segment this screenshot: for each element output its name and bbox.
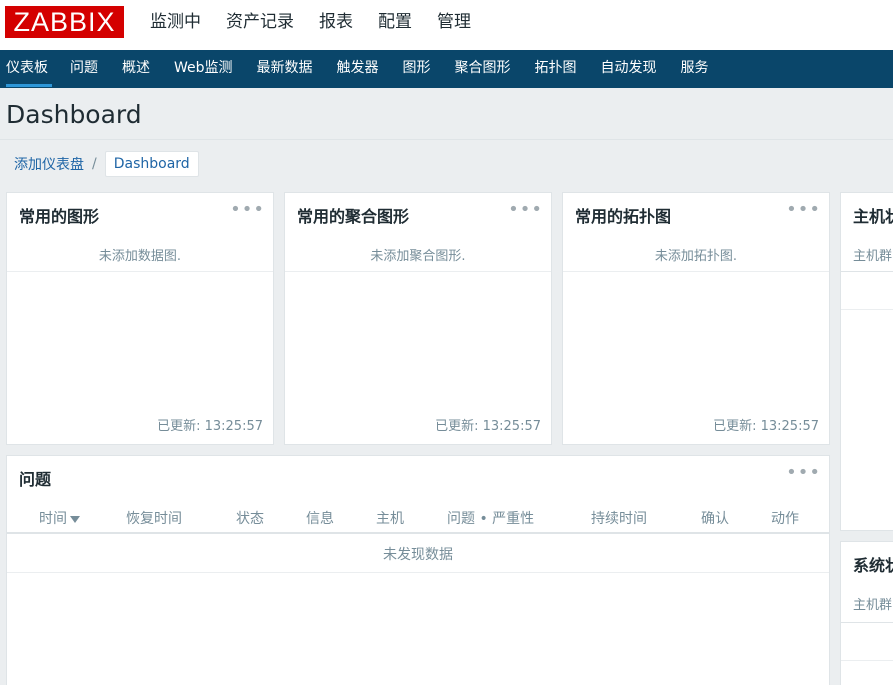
widget-divider <box>563 271 829 272</box>
widget-favourite-screens: 常用的聚合图形 ••• 未添加聚合图形. 已更新: 13:25:57 <box>284 192 552 445</box>
main-nav-configuration[interactable]: 配置 <box>378 0 412 50</box>
sub-nav-graphs[interactable]: 图形 <box>391 50 443 88</box>
sub-nav-discovery[interactable]: 自动发现 <box>589 50 669 88</box>
breadcrumb-separator: / <box>92 156 97 172</box>
widget-divider <box>841 660 893 661</box>
sub-nav-services[interactable]: 服务 <box>669 50 721 88</box>
widget-title: 常用的聚合图形 <box>297 207 410 226</box>
widget-host-status: 主机状 主机群 <box>840 192 893 531</box>
sub-nav-latest-data[interactable]: 最新数据 <box>245 50 325 88</box>
widget-updated-time: 已更新: 13:25:57 <box>435 419 541 434</box>
more-options-icon[interactable]: ••• <box>786 462 821 483</box>
column-header-actions: 动作 <box>771 511 799 527</box>
main-nav-inventory[interactable]: 资产记录 <box>226 0 294 50</box>
column-header-recovery-time: 恢复时间 <box>126 511 182 527</box>
widget-updated-time: 已更新: 13:25:57 <box>157 419 263 434</box>
widget-favourite-graphs: 常用的图形 ••• 未添加数据图. 已更新: 13:25:57 <box>6 192 274 445</box>
widget-empty-message: 未添加数据图. <box>98 249 182 264</box>
breadcrumb-add-dashboard[interactable]: 添加仪表盘 <box>14 154 84 174</box>
sub-nav-triggers[interactable]: 触发器 <box>325 50 391 88</box>
zabbix-logo[interactable]: ZABBIX <box>5 6 124 38</box>
column-header-duration: 持续时间 <box>591 511 647 527</box>
widget-problems: 问题 ••• 时间 恢复时间 状态 信息 主机 问题 • 严重性 持续时间 确认… <box>6 455 830 685</box>
column-header-time[interactable]: 时间 <box>39 508 80 528</box>
more-options-icon[interactable]: ••• <box>786 199 821 220</box>
main-nav-administration[interactable]: 管理 <box>437 0 471 50</box>
widget-divider <box>841 271 893 272</box>
widget-system-status: 系统状 主机群 <box>840 541 893 685</box>
sub-nav-problems[interactable]: 问题 <box>58 50 110 88</box>
widget-title: 常用的拓扑图 <box>575 207 672 226</box>
breadcrumb-current-dashboard[interactable]: Dashboard <box>104 151 199 177</box>
title-divider <box>0 139 893 140</box>
sub-nav-overview[interactable]: 概述 <box>110 50 162 88</box>
widget-favourite-maps: 常用的拓扑图 ••• 未添加拓扑图. 已更新: 13:25:57 <box>562 192 830 445</box>
page-title: Dashboard <box>6 100 142 129</box>
widget-divider <box>841 622 893 623</box>
top-bar: ZABBIX 监测中 资产记录 报表 配置 管理 <box>0 0 893 57</box>
sub-nav: 仪表板 问题 概述 Web监测 最新数据 触发器 图形 聚合图形 拓扑图 自动发… <box>0 50 893 88</box>
widget-updated-time: 已更新: 13:25:57 <box>713 419 819 434</box>
sort-down-icon <box>70 515 80 523</box>
column-header-host-group: 主机群 <box>853 249 893 264</box>
sub-nav-dashboard[interactable]: 仪表板 <box>0 50 58 88</box>
more-options-icon[interactable]: ••• <box>230 199 265 220</box>
widget-title: 问题 <box>19 470 52 489</box>
widget-divider <box>7 271 273 272</box>
more-options-icon[interactable]: ••• <box>508 199 543 220</box>
widget-divider <box>285 271 551 272</box>
main-nav-monitoring[interactable]: 监测中 <box>150 0 201 57</box>
main-nav: 监测中 资产记录 报表 配置 管理 <box>150 0 496 57</box>
widget-title: 常用的图形 <box>19 207 100 226</box>
column-header-status: 状态 <box>236 511 264 527</box>
column-header-host[interactable]: 主机 <box>376 508 404 528</box>
widget-title: 系统状 <box>853 556 893 575</box>
problems-empty-message: 未发现数据 <box>383 547 453 563</box>
column-header-host-group: 主机群 <box>853 598 893 613</box>
column-header-problem-severity[interactable]: 问题 • 严重性 <box>447 508 534 528</box>
widget-title: 主机状 <box>853 207 893 226</box>
widget-empty-message: 未添加聚合图形. <box>370 249 466 264</box>
sub-nav-maps[interactable]: 拓扑图 <box>523 50 589 88</box>
problems-table-header: 时间 恢复时间 状态 信息 主机 问题 • 严重性 持续时间 确认 动作 <box>7 504 829 534</box>
sub-nav-screens[interactable]: 聚合图形 <box>443 50 523 88</box>
main-nav-reports[interactable]: 报表 <box>319 0 353 50</box>
column-header-info: 信息 <box>306 511 334 527</box>
breadcrumb: 添加仪表盘 / Dashboard <box>14 150 199 178</box>
widget-empty-message: 未添加拓扑图. <box>654 249 738 264</box>
widget-divider <box>7 572 829 573</box>
widget-divider <box>841 309 893 310</box>
column-header-ack: 确认 <box>701 511 729 527</box>
sub-nav-web[interactable]: Web监测 <box>162 50 245 88</box>
